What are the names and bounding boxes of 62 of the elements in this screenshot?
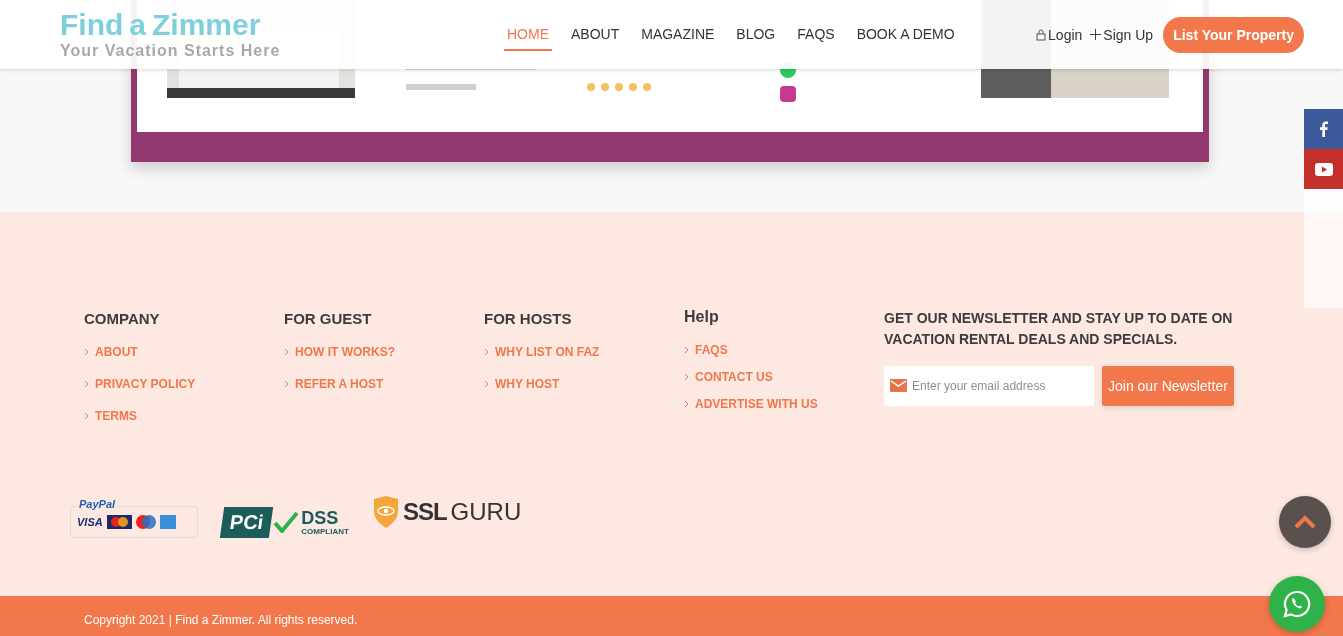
logo-letter[interactable]: a [129, 9, 146, 40]
column-heading: COMPANY [84, 310, 161, 327]
mastercard-icon [106, 515, 132, 529]
chevron-icon [284, 380, 289, 388]
lock-icon [1036, 28, 1047, 41]
email-field[interactable]: Enter your email address [884, 366, 1094, 406]
footer-link[interactable]: REFER A HOST [284, 368, 484, 400]
compliant-label: COMPLIANT [301, 526, 349, 536]
nav-link[interactable]: BLOG [725, 0, 787, 69]
chevron-icon [484, 348, 489, 356]
facebook-button[interactable] [1304, 109, 1343, 149]
newsletter-button[interactable]: Join our Newsletter [1102, 366, 1234, 406]
footer-link[interactable]: HOW IT WORKS? [284, 336, 484, 368]
pci-label: PCi [219, 506, 274, 538]
column-heading: FOR HOSTS [484, 310, 573, 327]
mail-icon [890, 379, 907, 392]
facebook-icon [1319, 121, 1328, 137]
footer-link[interactable]: CONTACT US [684, 363, 884, 390]
dss-label: DSS [301, 508, 340, 527]
nav-link[interactable]: FAQS [786, 0, 846, 69]
nav-link[interactable]: HOME [496, 0, 560, 69]
maestro-icon [135, 515, 156, 529]
list-property-button[interactable]: List Your Property [1163, 16, 1304, 53]
guru-label: GURU [450, 498, 522, 526]
nav-link[interactable]: MAGAZINE [630, 0, 726, 69]
login-link[interactable]: Login [1036, 26, 1083, 43]
chevron-up-icon [1294, 515, 1316, 529]
chevron-icon [684, 345, 689, 354]
newsletter-heading: GET OUR NEWSLETTER AND STAY UP TO DATE ON VACATION RENTAL DEALS AND SPECIALS. [884, 309, 1234, 349]
logo-text[interactable]: Zimmer [152, 9, 261, 40]
footer-link[interactable]: WHY LIST ON FAZ [484, 336, 684, 368]
chat-phone-icon [1282, 589, 1312, 619]
footer-link[interactable]: FAQS [684, 336, 884, 363]
footer-link[interactable]: WHY HOST [484, 368, 684, 400]
footer-link[interactable]: ABOUT [84, 336, 284, 368]
paypal-label: PayPal [77, 498, 118, 510]
copyright-text: Copyright 2021 | Find a Zimmer. All rights reserved. [84, 613, 358, 627]
column-heading: FOR GUEST [284, 310, 373, 327]
visa-label: VISA [77, 516, 103, 528]
chevron-icon [684, 399, 689, 408]
nav-link[interactable]: ABOUT [560, 0, 631, 69]
signup-link[interactable]: Sign Up [1090, 26, 1154, 43]
logo-text[interactable]: Find [60, 9, 124, 40]
chevron-icon [84, 412, 89, 420]
logo-tagline: Your Vacation Starts Here [60, 41, 282, 60]
footer-link[interactable]: PRIVACY POLICY [84, 368, 284, 400]
check-icon [273, 511, 300, 533]
nav-link[interactable]: BOOK A DEMO [845, 0, 966, 69]
chevron-icon [484, 380, 489, 388]
youtube-button[interactable] [1304, 149, 1343, 189]
chevron-icon [684, 372, 689, 381]
chevron-icon [284, 348, 289, 356]
chevron-icon [84, 348, 89, 356]
footer-link[interactable]: ADVERTISE WITH US [684, 390, 884, 417]
plus-icon [1090, 29, 1102, 40]
footer-link[interactable]: TERMS [84, 400, 284, 432]
eye-shield-icon [372, 496, 399, 528]
youtube-icon [1314, 162, 1333, 176]
column-heading: Help [684, 308, 720, 326]
amex-icon [159, 515, 176, 529]
ssl-label: SSL [402, 498, 447, 526]
chevron-icon [84, 380, 89, 388]
